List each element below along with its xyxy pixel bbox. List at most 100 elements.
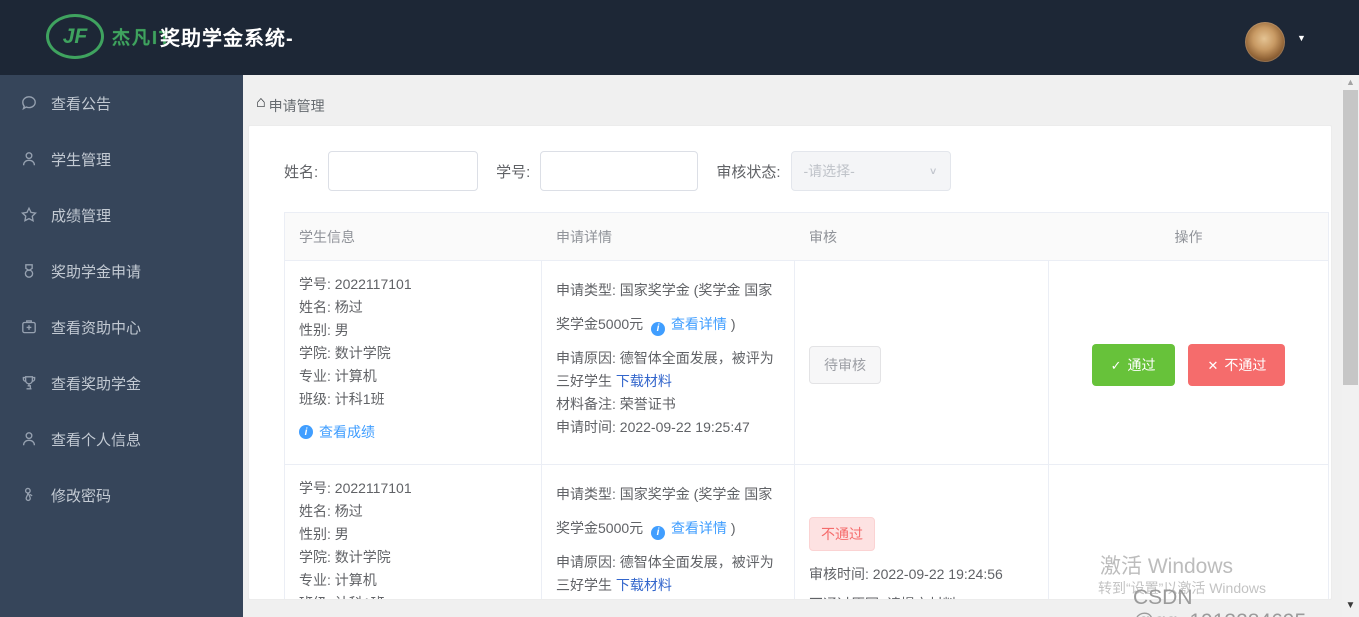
scroll-up-arrow-icon[interactable]: ▲	[1342, 77, 1359, 87]
page-title: 奖助学金系统-	[160, 28, 294, 50]
apply-type: 申请类型: 国家奖学金 (奖学金 国家奖学金5000元 i 查看详情 )	[556, 477, 780, 545]
key-icon	[24, 487, 33, 502]
review-time: 审核时间: 2022-09-22 19:24:56	[809, 566, 1003, 582]
view-detail-link[interactable]: 查看详情	[671, 520, 727, 536]
student-id: 学号: 2022117101	[299, 276, 412, 292]
apply-type: 申请类型: 国家奖学金 (奖学金 国家奖学金5000元 i 查看详情 )	[556, 273, 780, 341]
student-name: 姓名: 杨过	[299, 299, 363, 315]
approve-label: 通过	[1127, 357, 1156, 373]
sidebar-item-label: 奖助学金申请	[51, 263, 142, 281]
paren-close: )	[730, 316, 736, 332]
reject-reason: 不通过原因: 请提交材料	[809, 593, 1034, 599]
view-grades-label: 查看成绩	[319, 424, 375, 440]
search-form: 姓名: 学号: 审核状态: -请选择- ∨	[249, 126, 1331, 212]
avatar[interactable]	[1245, 22, 1285, 62]
main-content: ⌂ 申请管理 姓名: 学号: 审核状态: -请选择- ∨ 学生信息 申请详情 审…	[243, 75, 1342, 617]
review-cell: 不通过 审核时间: 2022-09-22 19:24:56 不通过原因: 请提交…	[795, 465, 1049, 599]
student-college: 学院: 数计学院	[299, 549, 391, 565]
status-badge-pending: 待审核	[809, 346, 881, 384]
app-logo: JF 杰凡IT	[46, 14, 172, 59]
paren-close: )	[730, 520, 736, 536]
sidebar-item-label: 查看资助中心	[51, 319, 142, 337]
col-header-apply-details: 申请详情	[556, 228, 612, 245]
student-info-cell: 学号: 2022117101 姓名: 杨过 性别: 男 学院: 数计学院 专业:…	[285, 261, 542, 464]
scrollbar-thumb[interactable]	[1343, 90, 1358, 385]
aid-kit-icon	[22, 320, 36, 334]
chevron-down-icon: ∨	[928, 165, 938, 177]
vertical-scrollbar[interactable]: ▲ ▼	[1342, 75, 1359, 617]
col-header-student-info: 学生信息	[299, 228, 355, 245]
table-row: 学号: 2022117101 姓名: 杨过 性别: 男 学院: 数计学院 专业:…	[285, 465, 1328, 599]
cross-icon: ✕	[1207, 358, 1219, 373]
student-info-cell: 学号: 2022117101 姓名: 杨过 性别: 男 学院: 数计学院 专业:…	[285, 465, 542, 599]
student-name: 姓名: 杨过	[299, 503, 363, 519]
applications-table: 学生信息 申请详情 审核 操作 学号: 2022117101 姓名: 杨过 性别…	[284, 212, 1329, 599]
sidebar-item-funding-center[interactable]: 查看资助中心	[0, 299, 243, 355]
sidebar-item-scholarship-apply[interactable]: 奖助学金申请	[0, 243, 243, 299]
sidebar-item-personal-info[interactable]: 查看个人信息	[0, 411, 243, 467]
sidebar-item-label: 查看公告	[51, 95, 112, 113]
download-materials-link[interactable]: 下载材料	[616, 373, 672, 389]
sidebar-item-label: 修改密码	[51, 487, 112, 505]
medal-icon	[24, 264, 34, 278]
sidebar-item-label: 成绩管理	[51, 207, 112, 225]
sidebar-item-label: 学生管理	[51, 151, 112, 169]
reject-button[interactable]: ✕ 不通过	[1188, 344, 1286, 386]
actions-cell	[1049, 465, 1328, 599]
student-gender: 性别: 男	[299, 526, 349, 542]
col-header-actions: 操作	[1174, 228, 1203, 245]
avatar-caret-icon[interactable]: ▼	[1297, 33, 1306, 43]
review-status-select[interactable]: -请选择- ∨	[790, 151, 951, 191]
info-icon: i	[299, 425, 313, 439]
sidebar-item-label: 查看个人信息	[51, 431, 142, 449]
sidebar: 查看公告 学生管理 成绩管理 奖助学金申请 查看资助中心 查看奖助学金 查看个人…	[0, 75, 243, 617]
table-row: 学号: 2022117101 姓名: 杨过 性别: 男 学院: 数计学院 专业:…	[285, 261, 1328, 465]
student-major: 专业: 计算机	[299, 368, 377, 384]
student-id-input[interactable]	[540, 151, 699, 191]
student-college: 学院: 数计学院	[299, 345, 391, 361]
sidebar-item-announcements[interactable]: 查看公告	[0, 75, 243, 131]
name-input[interactable]	[328, 151, 479, 191]
user-icon	[22, 152, 36, 166]
logo-monogram: JF	[62, 24, 88, 48]
application-panel: 姓名: 学号: 审核状态: -请选择- ∨ 学生信息 申请详情 审核 操作 学号…	[248, 125, 1332, 600]
material-note: 材料备注: 荣誉证书	[556, 396, 676, 412]
chat-icon	[22, 96, 36, 111]
apply-type-text: 申请类型: 国家奖学金 (奖学金 国家奖学金5000元	[556, 282, 773, 332]
review-status-selected-value: -请选择-	[803, 163, 855, 179]
view-grades-link[interactable]: i 查看成绩	[299, 422, 527, 442]
name-label: 姓名:	[284, 163, 319, 181]
sidebar-item-change-password[interactable]: 修改密码	[0, 467, 243, 523]
sidebar-item-grades[interactable]: 成绩管理	[0, 187, 243, 243]
view-detail-link[interactable]: 查看详情	[671, 316, 727, 332]
student-major: 专业: 计算机	[299, 572, 377, 588]
apply-reason: 申请原因: 德智体全面发展，被评为三好学生 下载材料	[556, 347, 780, 393]
review-cell: 待审核	[795, 261, 1049, 464]
status-badge-rejected: 不通过	[809, 517, 875, 551]
apply-details-cell: 申请类型: 国家奖学金 (奖学金 国家奖学金5000元 i 查看详情 ) 申请原…	[542, 261, 795, 464]
trophy-icon	[22, 376, 36, 390]
col-header-review: 审核	[809, 228, 837, 245]
reject-label: 不通过	[1224, 357, 1267, 373]
info-icon: i	[651, 322, 666, 336]
sidebar-item-students[interactable]: 学生管理	[0, 131, 243, 187]
app-header: JF 杰凡IT 奖助学金系统- ▼	[0, 0, 1359, 75]
actions-cell: ✓ 通过 ✕ 不通过	[1049, 261, 1328, 464]
scroll-down-arrow-icon[interactable]: ▼	[1342, 600, 1359, 611]
sidebar-item-view-scholarships[interactable]: 查看奖助学金	[0, 355, 243, 411]
download-materials-link[interactable]: 下载材料	[616, 577, 672, 593]
info-icon: i	[651, 526, 666, 540]
approve-button[interactable]: ✓ 通过	[1091, 344, 1175, 386]
apply-reason: 申请原因: 德智体全面发展，被评为三好学生 下载材料	[556, 551, 780, 597]
sidebar-item-label: 查看奖助学金	[51, 375, 142, 393]
check-icon: ✓	[1110, 358, 1122, 373]
table-header-row: 学生信息 申请详情 审核 操作	[285, 213, 1328, 261]
breadcrumb-current: 申请管理	[268, 98, 325, 114]
apply-time: 申请时间: 2022-09-22 19:25:47	[556, 419, 750, 435]
apply-type-text: 申请类型: 国家奖学金 (奖学金 国家奖学金5000元	[556, 486, 773, 536]
student-id: 学号: 2022117101	[299, 480, 412, 496]
student-class: 班级: 计科1班	[299, 592, 527, 599]
student-id-label: 学号:	[496, 163, 531, 181]
breadcrumb: ⌂ 申请管理	[243, 75, 1342, 125]
logo-jf-icon: JF	[46, 14, 104, 59]
